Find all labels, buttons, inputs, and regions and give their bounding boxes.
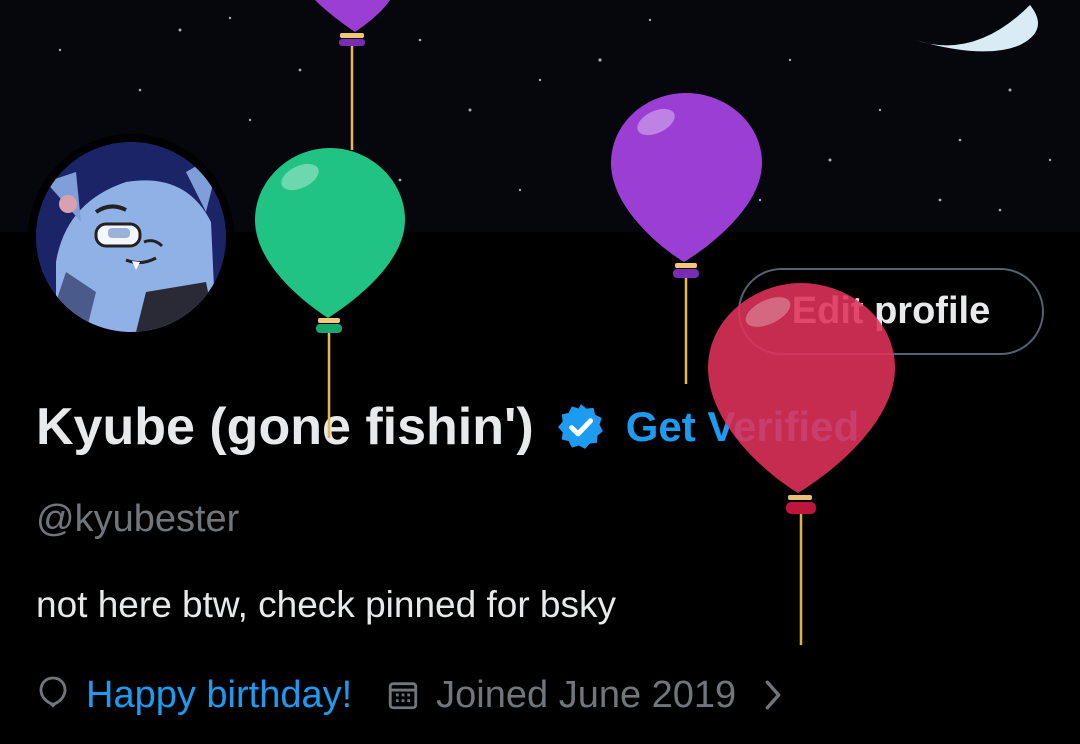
display-name: Kyube (gone fishin'): [36, 398, 534, 456]
profile-bio: not here btw, check pinned for bsky: [36, 584, 617, 625]
avatar-frame[interactable]: [28, 134, 234, 340]
verified-badge-icon[interactable]: [556, 402, 606, 452]
joined-date: Joined June 2019: [436, 673, 737, 716]
avatar[interactable]: [36, 142, 226, 332]
edit-profile-button[interactable]: Edit profile: [738, 268, 1044, 355]
user-handle: @kyubester: [36, 498, 240, 540]
chevron-right-icon[interactable]: [762, 678, 784, 712]
get-verified-link[interactable]: Get Verified: [626, 403, 859, 451]
calendar-icon: [388, 682, 418, 710]
birthday-link[interactable]: Happy birthday!: [86, 674, 352, 717]
balloon-icon: [39, 676, 67, 708]
name-row: Kyube (gone fishin') Get Verified: [36, 392, 859, 462]
profile-meta-row: Happy birthday! Joined June 2019: [36, 670, 784, 720]
